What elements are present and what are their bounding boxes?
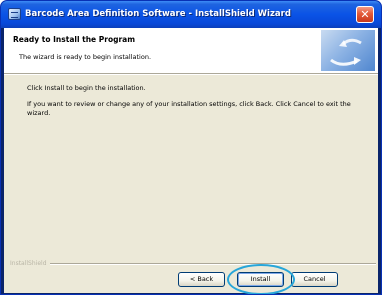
installer-icon — [8, 8, 21, 20]
review-text: If you want to review or change any of y… — [27, 100, 351, 117]
banner-divider-highlight — [4, 74, 378, 75]
installshield-graphic-icon — [321, 30, 375, 71]
dialog-body: Ready to Install the Program The wizard … — [4, 28, 378, 294]
title-bar[interactable]: Barcode Area Definition Software - Insta… — [1, 1, 381, 28]
header-banner: Ready to Install the Program The wizard … — [4, 28, 378, 73]
back-button[interactable]: < Back — [178, 272, 225, 287]
installer-window: Barcode Area Definition Software - Insta… — [0, 0, 382, 295]
banner-title: Ready to Install the Program — [13, 35, 136, 44]
footer-divider-highlight — [50, 264, 376, 265]
install-highlight-ring — [227, 264, 295, 294]
close-button[interactable]: ✕ — [356, 6, 374, 23]
window-title: Barcode Area Definition Software - Insta… — [25, 9, 291, 19]
cancel-button[interactable]: Cancel — [291, 272, 338, 287]
installshield-brand: InstallShield — [10, 260, 47, 267]
banner-subtitle: The wizard is ready to begin installatio… — [19, 53, 152, 61]
instruction-text: Click Install to begin the installation. — [27, 84, 146, 92]
